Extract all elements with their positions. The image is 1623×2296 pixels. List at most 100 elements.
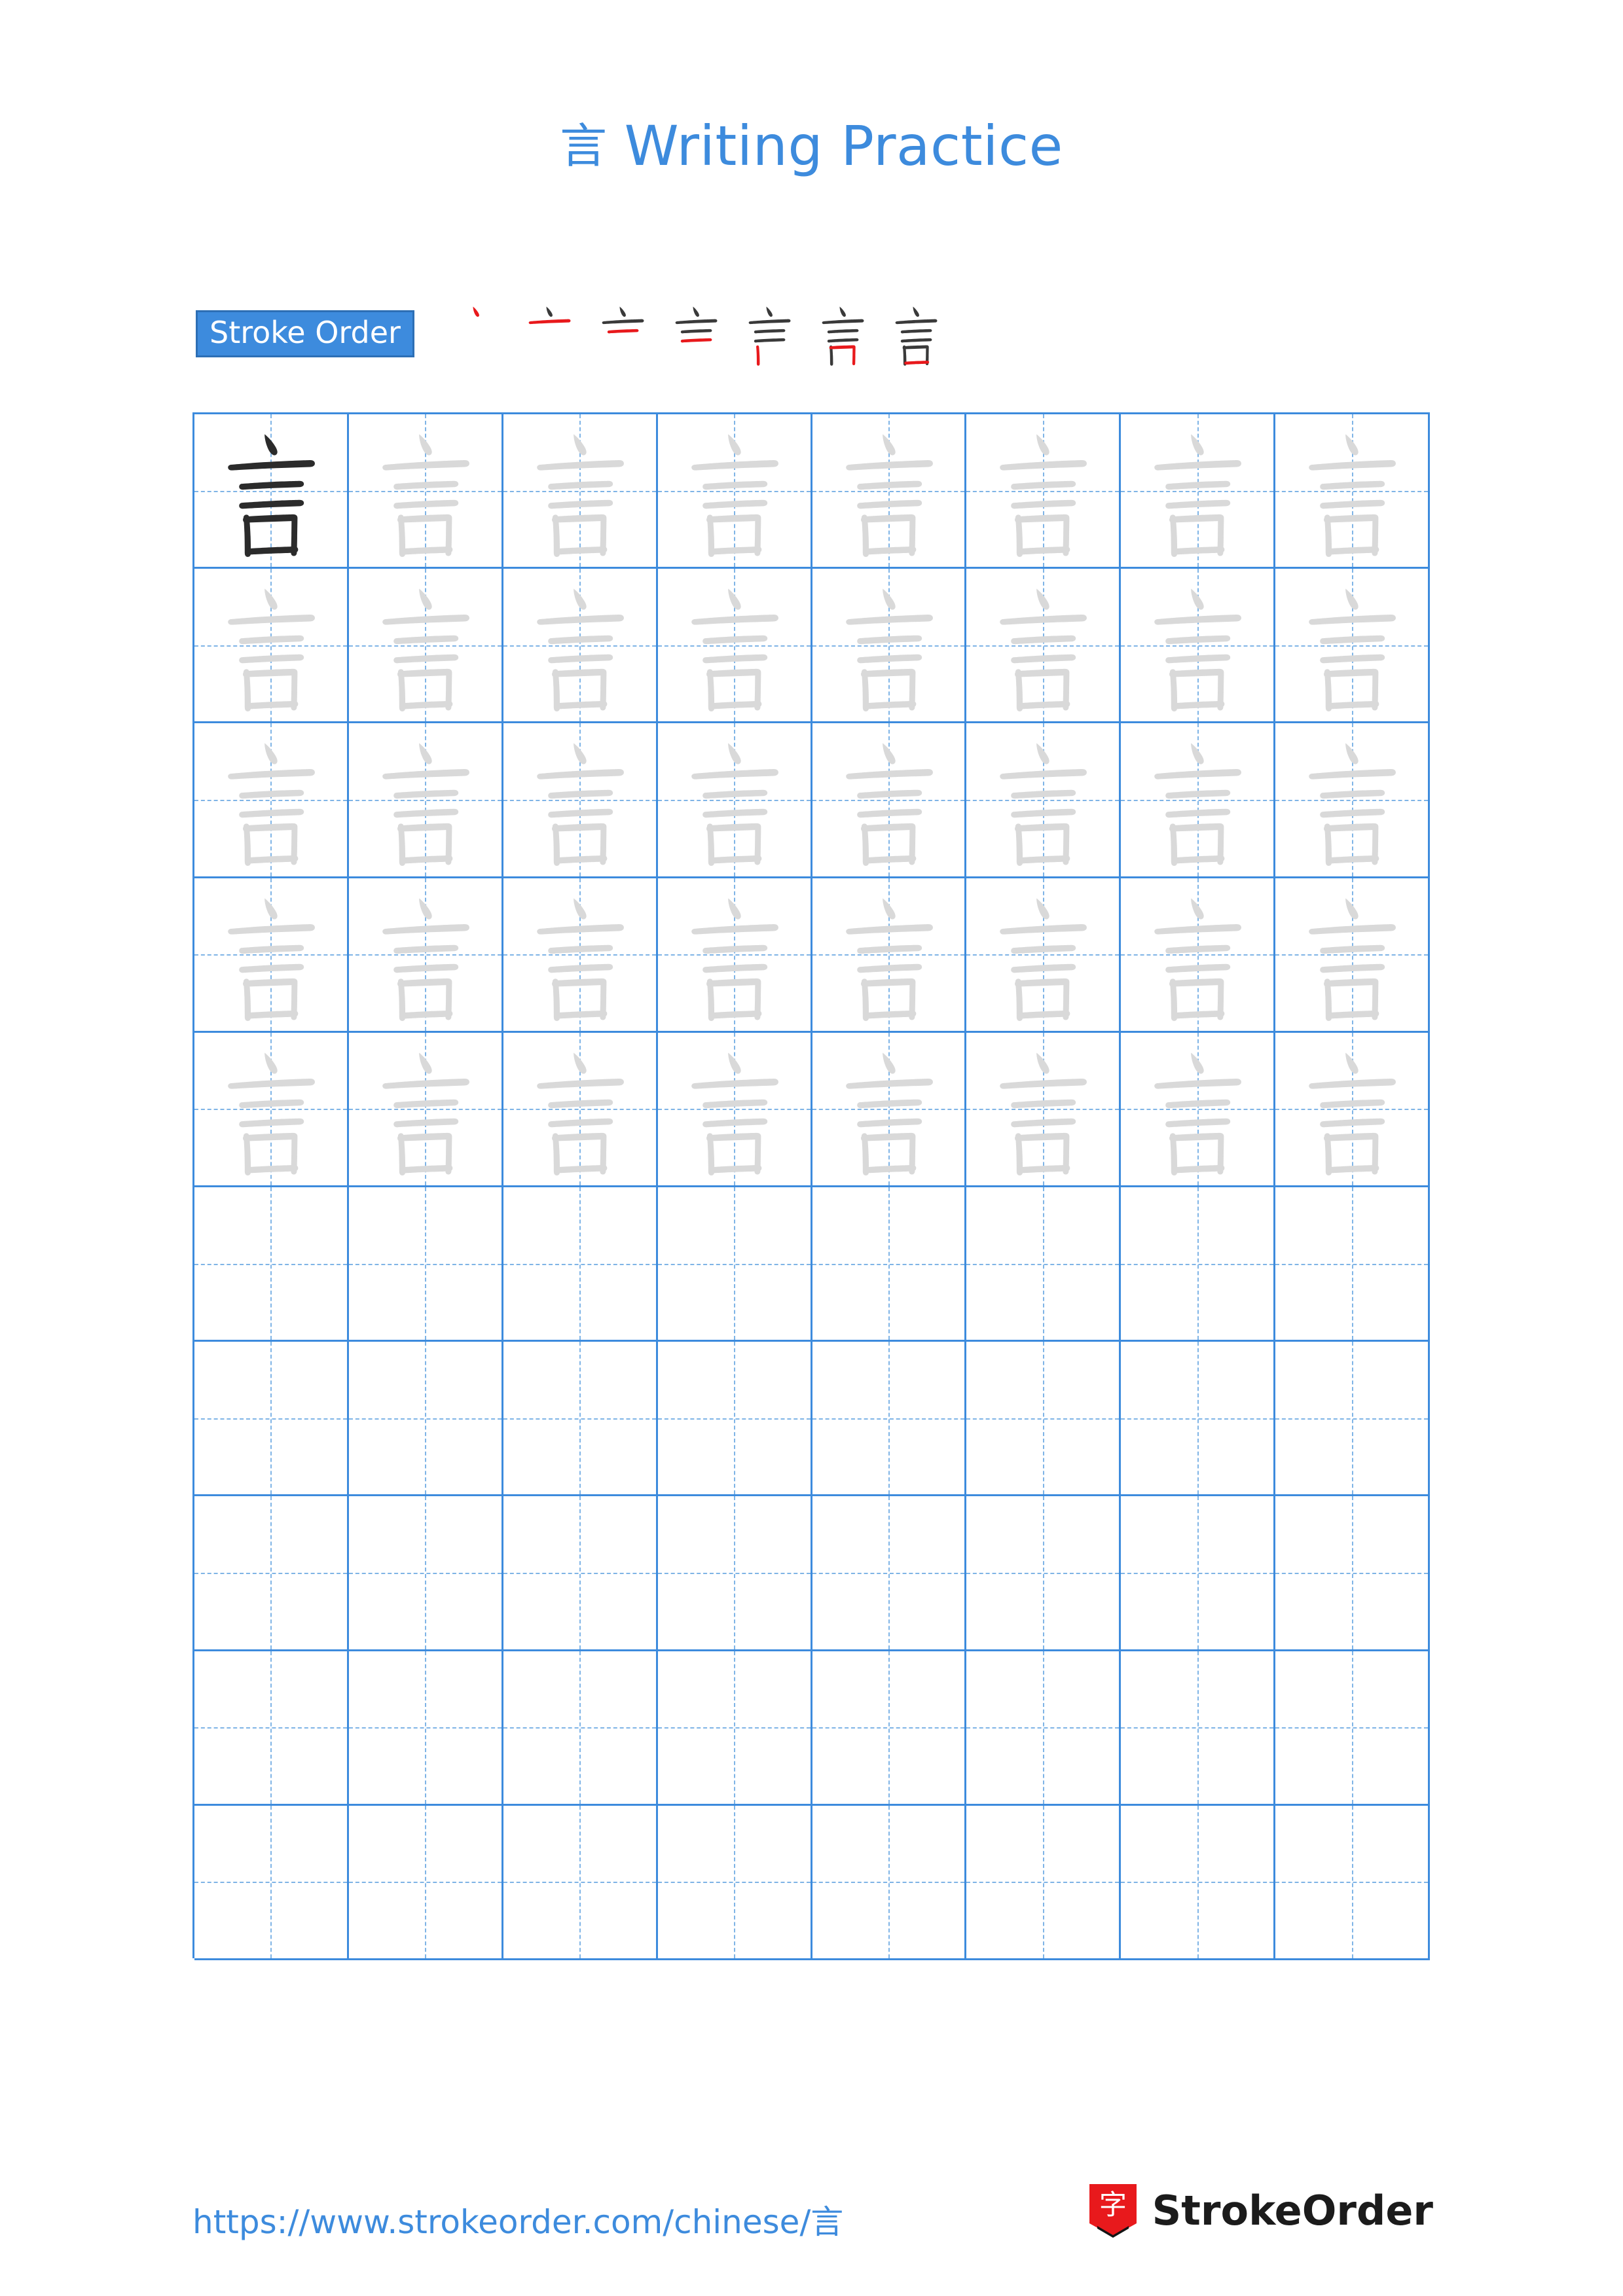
practice-cell[interactable] xyxy=(194,1651,349,1804)
practice-cell[interactable] xyxy=(503,1032,658,1185)
practice-cell[interactable] xyxy=(657,1651,812,1804)
practice-cell[interactable] xyxy=(1275,569,1430,722)
practice-cell[interactable] xyxy=(657,1496,812,1649)
cell-horizontal-guide xyxy=(812,1263,965,1265)
practice-cell[interactable] xyxy=(657,723,812,876)
practice-cell[interactable] xyxy=(194,1496,349,1649)
practice-cell[interactable] xyxy=(966,569,1122,722)
practice-cell[interactable] xyxy=(503,1805,658,1958)
practice-cell[interactable] xyxy=(503,414,658,567)
practice-cell[interactable] xyxy=(503,1496,658,1649)
practice-cell[interactable] xyxy=(194,414,349,567)
practice-cell[interactable] xyxy=(348,414,503,567)
cell-horizontal-guide xyxy=(1275,1263,1428,1265)
practice-grid-row xyxy=(194,1187,1430,1342)
practice-cell[interactable] xyxy=(1121,878,1276,1031)
practice-cell[interactable] xyxy=(657,414,812,567)
practice-cell[interactable] xyxy=(503,569,658,722)
cell-horizontal-guide xyxy=(503,1882,656,1884)
practice-cell[interactable] xyxy=(503,1187,658,1340)
traced-character-light xyxy=(194,569,347,721)
practice-cell[interactable] xyxy=(966,1032,1122,1185)
traced-character-light xyxy=(503,723,656,876)
practice-cell[interactable] xyxy=(348,1651,503,1804)
practice-cell[interactable] xyxy=(1121,569,1276,722)
practice-cell[interactable] xyxy=(966,878,1122,1031)
practice-cell[interactable] xyxy=(1121,414,1276,567)
practice-cell[interactable] xyxy=(1121,1032,1276,1185)
practice-cell[interactable] xyxy=(966,723,1122,876)
practice-cell[interactable] xyxy=(966,1805,1122,1958)
practice-cell[interactable] xyxy=(1275,723,1430,876)
practice-cell[interactable] xyxy=(966,1342,1122,1495)
practice-cell[interactable] xyxy=(194,569,349,722)
practice-cell[interactable] xyxy=(812,1032,967,1185)
practice-grid-row xyxy=(194,1342,1430,1497)
practice-cell[interactable] xyxy=(348,1032,503,1185)
practice-cell[interactable] xyxy=(812,878,967,1031)
practice-cell[interactable] xyxy=(348,569,503,722)
practice-cell[interactable] xyxy=(1275,1032,1430,1185)
practice-cell[interactable] xyxy=(1275,1805,1430,1958)
practice-cell[interactable] xyxy=(194,1805,349,1958)
practice-cell[interactable] xyxy=(657,1805,812,1958)
practice-cell[interactable] xyxy=(812,1805,967,1958)
practice-cell[interactable] xyxy=(348,1187,503,1340)
practice-cell[interactable] xyxy=(348,723,503,876)
practice-cell[interactable] xyxy=(1121,1651,1276,1804)
practice-cell[interactable] xyxy=(1275,414,1430,567)
cell-horizontal-guide xyxy=(657,1882,811,1884)
practice-cell[interactable] xyxy=(194,1342,349,1495)
practice-cell[interactable] xyxy=(194,1187,349,1340)
practice-cell[interactable] xyxy=(812,569,967,722)
practice-cell[interactable] xyxy=(1275,1342,1430,1495)
cell-horizontal-guide xyxy=(966,1727,1120,1729)
practice-cell[interactable] xyxy=(966,1651,1122,1804)
practice-cell[interactable] xyxy=(1121,723,1276,876)
practice-cell[interactable] xyxy=(966,1187,1122,1340)
practice-cell[interactable] xyxy=(194,1032,349,1185)
practice-cell[interactable] xyxy=(657,569,812,722)
practice-cell[interactable] xyxy=(1121,1187,1276,1340)
practice-cell[interactable] xyxy=(966,414,1122,567)
cell-horizontal-guide xyxy=(812,1572,965,1574)
footer-url[interactable]: https://www.strokeorder.com/chinese/言 xyxy=(192,2196,843,2243)
practice-cell[interactable] xyxy=(657,1342,812,1495)
practice-cell[interactable] xyxy=(812,1496,967,1649)
practice-cell[interactable] xyxy=(966,1496,1122,1649)
stroke-order-step-7 xyxy=(879,297,953,370)
practice-cell[interactable] xyxy=(812,1342,967,1495)
practice-cell[interactable] xyxy=(348,878,503,1031)
cell-horizontal-guide xyxy=(1275,1882,1428,1884)
practice-cell[interactable] xyxy=(1275,878,1430,1031)
traced-character-light xyxy=(658,723,811,876)
practice-cell[interactable] xyxy=(1275,1651,1430,1804)
practice-cell[interactable] xyxy=(503,878,658,1031)
traced-character-light xyxy=(658,569,811,721)
practice-cell[interactable] xyxy=(194,723,349,876)
traced-character-light xyxy=(812,878,965,1031)
practice-cell[interactable] xyxy=(503,1651,658,1804)
practice-cell[interactable] xyxy=(657,878,812,1031)
practice-cell[interactable] xyxy=(657,1032,812,1185)
cell-horizontal-guide xyxy=(966,1882,1120,1884)
traced-character-light xyxy=(1275,723,1428,876)
practice-cell[interactable] xyxy=(1121,1805,1276,1958)
practice-cell[interactable] xyxy=(812,1651,967,1804)
practice-cell[interactable] xyxy=(812,1187,967,1340)
practice-cell[interactable] xyxy=(657,1187,812,1340)
practice-cell[interactable] xyxy=(1275,1187,1430,1340)
practice-cell[interactable] xyxy=(812,414,967,567)
practice-grid-row xyxy=(194,569,1430,724)
practice-cell[interactable] xyxy=(1121,1496,1276,1649)
practice-cell[interactable] xyxy=(1275,1496,1430,1649)
practice-cell[interactable] xyxy=(348,1496,503,1649)
practice-cell[interactable] xyxy=(1121,1342,1276,1495)
practice-cell[interactable] xyxy=(348,1342,503,1495)
practice-cell[interactable] xyxy=(503,723,658,876)
cell-horizontal-guide xyxy=(348,1418,501,1420)
practice-cell[interactable] xyxy=(194,878,349,1031)
practice-cell[interactable] xyxy=(503,1342,658,1495)
practice-cell[interactable] xyxy=(348,1805,503,1958)
practice-cell[interactable] xyxy=(812,723,967,876)
